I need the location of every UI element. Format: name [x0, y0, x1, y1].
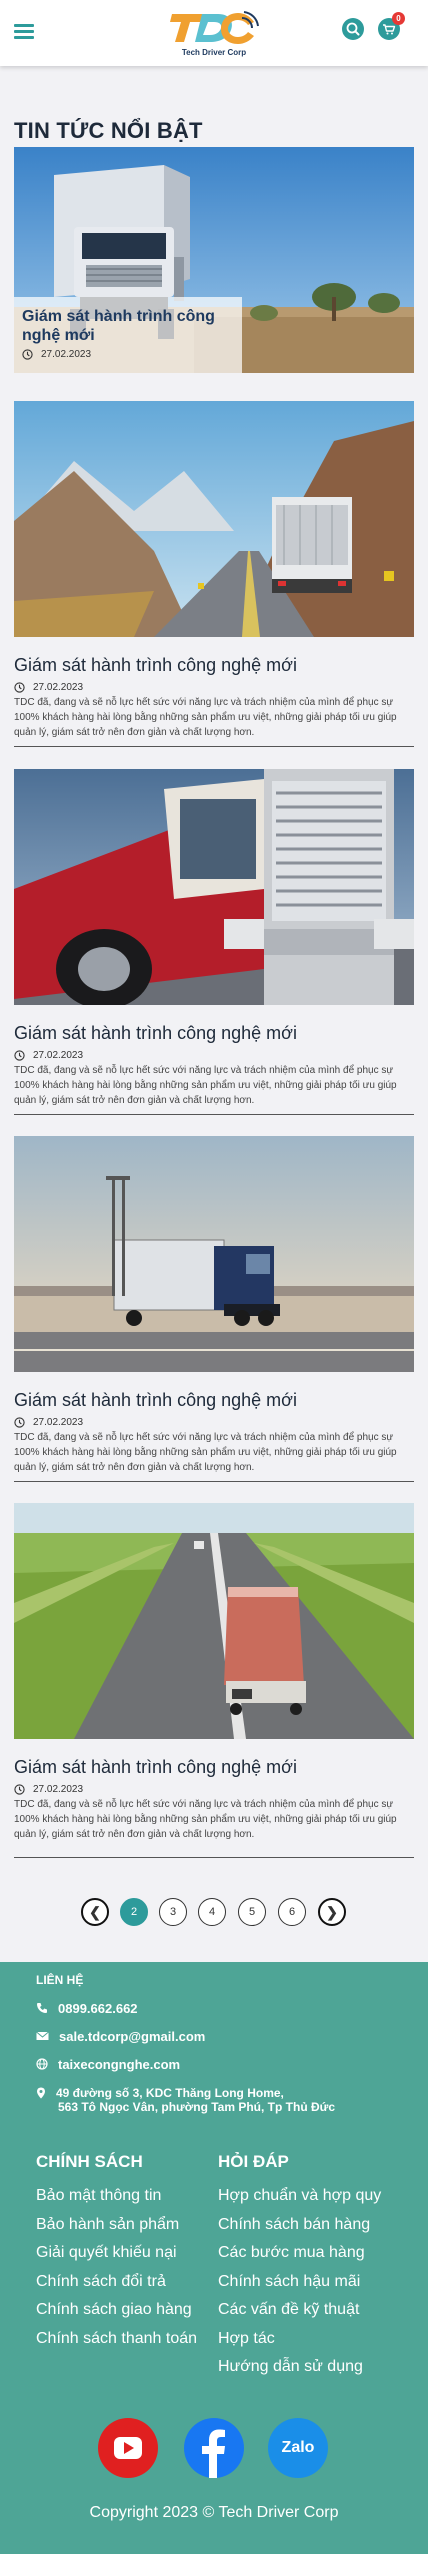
news-image[interactable]: [14, 769, 414, 1005]
page-4-button[interactable]: 4: [198, 1898, 226, 1926]
news-title[interactable]: Giám sát hành trình công nghệ mới: [14, 654, 414, 676]
policy-heading: CHÍNH SÁCH: [36, 2152, 143, 2171]
page-5-button[interactable]: 5: [238, 1898, 266, 1926]
policy-link[interactable]: Chính sách giao hàng: [36, 2296, 197, 2325]
prev-page-button[interactable]: ❮: [81, 1898, 109, 1926]
policy-link[interactable]: Bảo mật thông tin: [36, 2182, 197, 2211]
faq-link[interactable]: Hướng dẫn sử dụng: [218, 2353, 381, 2382]
page-2-button[interactable]: 2: [120, 1898, 148, 1926]
hamburger-icon[interactable]: [12, 20, 36, 44]
news-image[interactable]: [14, 1136, 414, 1372]
news-date-row: 27.02.2023: [14, 1784, 414, 1795]
phone-contact[interactable]: 0899.662.662: [36, 2001, 138, 2016]
page-3-button[interactable]: 3: [159, 1898, 187, 1926]
policy-link[interactable]: Chính sách thanh toán: [36, 2325, 197, 2354]
featured-title[interactable]: Giám sát hành trình công nghệ mới: [22, 307, 234, 345]
news-date-row: 27.02.2023: [14, 1417, 414, 1428]
news-card[interactable]: Giám sát hành trình công nghệ mới 27.02.…: [14, 1503, 414, 1842]
pagination: ❮ 2 3 4 5 6 ❯: [0, 1896, 428, 1928]
page-6-button[interactable]: 6: [278, 1898, 306, 1926]
youtube-icon[interactable]: [98, 2418, 158, 2478]
search-icon[interactable]: [342, 18, 364, 40]
zalo-icon[interactable]: Zalo: [268, 2418, 328, 2478]
contact-heading: LIÊN HỆ: [36, 1973, 84, 1987]
brand-logo[interactable]: Tech Driver Corp: [164, 8, 264, 60]
brand-name: Tech Driver Corp: [181, 48, 247, 57]
news-date: 27.02.2023: [33, 682, 84, 693]
news-description: TDC đã, đang và sẽ nỗ lực hết sức với nă…: [14, 1799, 397, 1840]
faq-link[interactable]: Chính sách hậu mãi: [218, 2268, 381, 2297]
news-title[interactable]: Giám sát hành trình công nghệ mới: [14, 1756, 414, 1778]
news-card[interactable]: Giám sát hành trình công nghệ mới 27.02.…: [14, 1136, 414, 1475]
address-line-1: 49 đường số 3, KDC Thăng Long Home,: [56, 2086, 284, 2100]
email-icon: [36, 2031, 49, 2040]
email-contact[interactable]: sale.tdcorp@gmail.com: [36, 2029, 205, 2044]
location-pin-icon: [37, 2087, 45, 2099]
globe-icon: [36, 2058, 48, 2070]
news-card[interactable]: Giám sát hành trình công nghệ mới 27.02.…: [14, 401, 414, 740]
section-title: TIN TỨC NỔI BẬT: [14, 118, 203, 143]
clock-icon: [14, 1050, 25, 1061]
faq-link[interactable]: Hợp tác: [218, 2325, 381, 2354]
news-date: 27.02.2023: [33, 1050, 84, 1061]
featured-date-row: 27.02.2023: [22, 349, 234, 360]
news-date-row: 27.02.2023: [14, 682, 414, 693]
featured-caption: Giám sát hành trình công nghệ mới 27.02.…: [14, 297, 242, 373]
phone-icon: [37, 2003, 47, 2013]
featured-date: 27.02.2023: [41, 349, 92, 360]
faq-heading: HỎI ĐÁP: [218, 2152, 289, 2171]
policy-list: Bảo mật thông tin Bảo hành sản phẩm Giải…: [36, 2182, 197, 2353]
news-date: 27.02.2023: [33, 1784, 84, 1795]
next-page-button[interactable]: ❯: [318, 1898, 346, 1926]
policy-link[interactable]: Bảo hành sản phẩm: [36, 2211, 197, 2240]
email-address: sale.tdcorp@gmail.com: [59, 2029, 206, 2044]
facebook-icon[interactable]: [184, 2418, 244, 2478]
news-card[interactable]: Giám sát hành trình công nghệ mới 27.02.…: [14, 769, 414, 1108]
divider: [14, 1114, 414, 1115]
faq-link[interactable]: Các vấn đề kỹ thuật: [218, 2296, 381, 2325]
divider: [14, 1857, 414, 1858]
phone-number: 0899.662.662: [58, 2001, 138, 2016]
news-description: TDC đã, đang và sẽ nỗ lực hết sức với nă…: [14, 1065, 397, 1106]
clock-icon: [22, 349, 33, 360]
news-title[interactable]: Giám sát hành trình công nghệ mới: [14, 1389, 414, 1411]
cart-count-badge: 0: [392, 12, 405, 25]
news-date: 27.02.2023: [33, 1417, 84, 1428]
site-header: Tech Driver Corp 0: [0, 0, 428, 66]
logo-mark: [170, 11, 259, 44]
policy-link[interactable]: Giải quyết khiếu nại: [36, 2239, 197, 2268]
news-date-row: 27.02.2023: [14, 1050, 414, 1061]
news-description: TDC đã, đang và sẽ nỗ lực hết sức với nă…: [14, 1432, 397, 1473]
policy-link[interactable]: Chính sách đổi trả: [36, 2268, 197, 2297]
cart-icon[interactable]: 0: [378, 12, 405, 40]
website-url: taixecongnghe.com: [58, 2057, 181, 2072]
clock-icon: [14, 682, 25, 693]
address-line-2: 563 Tô Ngọc Vân, phường Tam Phú, Tp Thủ …: [58, 2100, 336, 2114]
news-title[interactable]: Giám sát hành trình công nghệ mới: [14, 1022, 414, 1044]
featured-article[interactable]: Giám sát hành trình công nghệ mới 27.02.…: [14, 147, 414, 373]
news-image[interactable]: [14, 401, 414, 637]
faq-list: Hợp chuẩn và hợp quy Chính sách bán hàng…: [218, 2182, 381, 2382]
news-image[interactable]: [14, 1503, 414, 1739]
address-contact: 49 đường số 3, KDC Thăng Long Home, 563 …: [36, 2086, 335, 2114]
clock-icon: [14, 1784, 25, 1795]
faq-link[interactable]: Các bước mua hàng: [218, 2239, 381, 2268]
copyright: Copyright 2023 © Tech Driver Corp: [89, 2504, 339, 2521]
divider: [14, 1481, 414, 1482]
faq-link[interactable]: Hợp chuẩn và hợp quy: [218, 2182, 381, 2211]
news-description: TDC đã, đang và sẽ nỗ lực hết sức với nă…: [14, 697, 397, 738]
divider: [14, 746, 414, 747]
faq-link[interactable]: Chính sách bán hàng: [218, 2211, 381, 2240]
clock-icon: [14, 1417, 25, 1428]
website-contact[interactable]: taixecongnghe.com: [36, 2057, 180, 2072]
